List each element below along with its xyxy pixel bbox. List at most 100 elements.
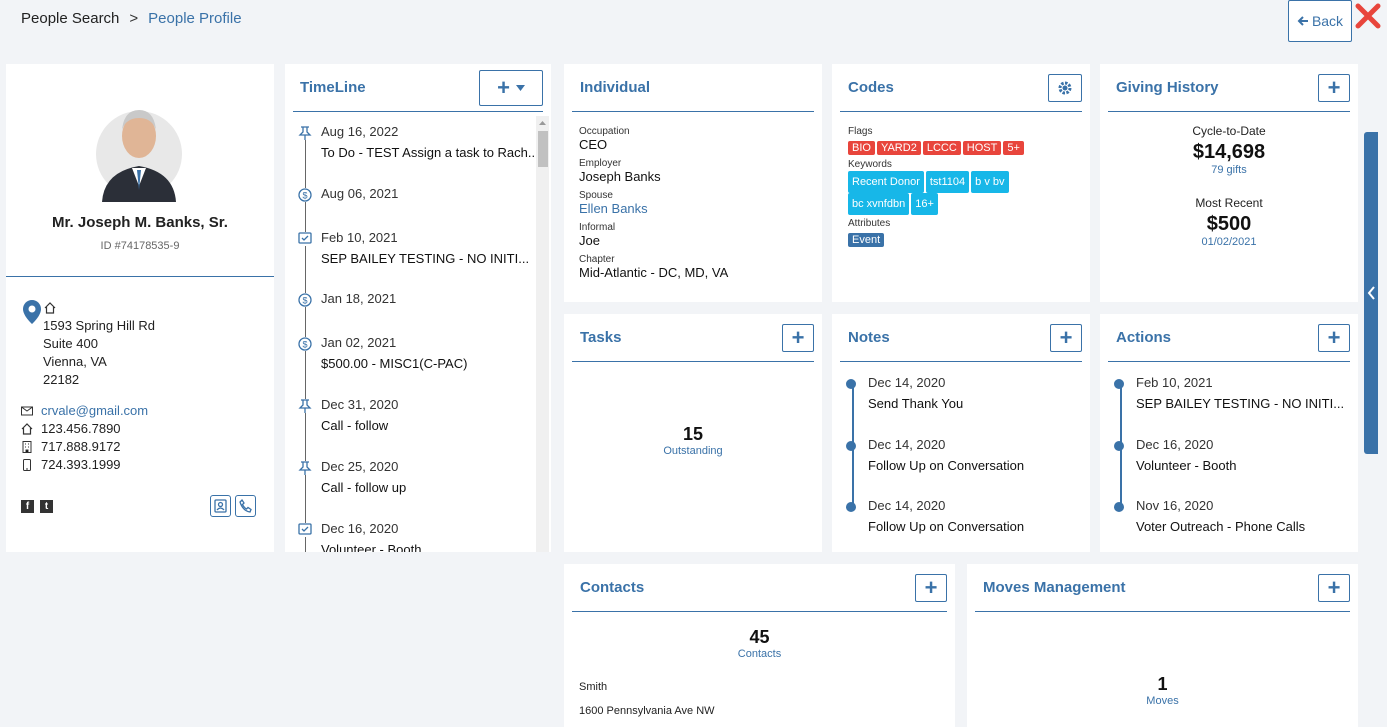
plus-icon: + [791,324,805,350]
spouse-link[interactable]: Ellen Banks [579,201,728,216]
keyword-tag[interactable]: tst1104 [925,171,970,193]
flag-tag[interactable]: BIO [848,141,875,155]
action-dot [1114,502,1124,512]
scrollbar-thumb[interactable] [538,131,548,167]
notes-add-button[interactable]: + [1050,323,1082,352]
occupation-value: CEO [579,137,608,152]
flag-tag[interactable]: HOST [962,141,1002,155]
address-line-4: 22182 [43,372,80,387]
home-phone-icon [21,423,33,435]
profile-id: ID #74178535-9 [100,240,180,252]
tasks-stat: 15 Outstanding [564,424,822,457]
close-icon[interactable] [1354,2,1382,30]
location-pin-icon [23,300,41,324]
flag-more-tag[interactable]: 5+ [1003,141,1024,155]
call-button[interactable] [235,495,256,517]
svg-text:$: $ [302,191,307,201]
breadcrumb-people-search[interactable]: People Search [21,10,119,27]
gifts-count-link[interactable]: 79 gifts [1100,164,1358,176]
most-recent-label: Most Recent [1195,196,1263,210]
keyword-tag[interactable]: b v bv [971,171,1009,193]
giving-add-button[interactable]: + [1318,73,1350,102]
timeline-date: Jan 18, 2021 [321,291,397,306]
actions-add-button[interactable]: + [1318,323,1350,352]
tasks-outstanding-link[interactable]: Outstanding [564,445,822,457]
contact-address: 1600 Pennsylvania Ave NW [579,705,715,717]
chapter-value: Mid-Atlantic - DC, MD, VA [579,265,729,280]
keyword-tag[interactable]: bc xvnfdbn [848,193,910,215]
timeline-add-dropdown-button[interactable]: + [479,69,543,106]
action-date: Dec 16, 2020 [1136,437,1214,452]
arrow-left-icon [1297,16,1308,26]
timeline-item[interactable]: $ Aug 06, 2021 [293,186,538,226]
timeline-text: To Do - TEST Assign a task to Rach... [321,145,539,160]
breadcrumb-separator: > [129,10,139,27]
moves-add-button[interactable]: + [1318,573,1350,602]
envelope-icon [21,406,33,416]
timeline-card: TimeLine + Aug 16, 2022 To Do - TEST Ass… [285,64,551,552]
employer-label: Employer [579,158,622,169]
timeline-item[interactable]: Dec 25, 2020 Call - follow up [293,459,538,499]
keyword-tag[interactable]: Recent Donor [848,171,924,193]
timeline-text: SEP BAILEY TESTING - NO INITI... [321,251,530,266]
keywords-list: Recent Donor tst1104 b v bv bc xvnfdbn 16+ [848,171,1082,215]
check-icon [298,232,312,246]
individual-card: Individual Occupation CEO Employer Josep… [564,64,822,302]
flag-tag[interactable]: LCCC [922,141,961,155]
actions-card: Actions + Feb 10, 2021 SEP BAILEY TESTIN… [1100,314,1358,552]
flag-tag[interactable]: YARD2 [876,141,921,155]
email-link[interactable]: crvale@gmail.com [41,402,148,420]
individual-fields: Occupation CEO Employer Joseph Banks Spo… [579,126,728,286]
moves-link[interactable]: Moves [967,695,1358,707]
timeline-item[interactable]: Feb 10, 2021 SEP BAILEY TESTING - NO INI… [293,230,538,270]
dollar-icon: $ [298,337,312,351]
note-item[interactable]: Dec 14, 2020 Follow Up on Conversation [846,437,1076,477]
timeline-item[interactable]: Aug 16, 2022 To Do - TEST Assign a task … [293,124,539,164]
timeline-text: $500.00 - MISC1(C-PAC) [321,356,468,371]
timeline-text: Call - follow up [321,480,407,495]
action-item[interactable]: Nov 16, 2020 Voter Outreach - Phone Call… [1114,498,1344,538]
keyword-more-tag[interactable]: 16+ [911,193,938,215]
contact-card-button[interactable] [210,495,231,517]
moves-stat: 1 Moves [967,674,1358,707]
tasks-count: 15 [682,424,704,444]
dollar-icon: $ [298,188,312,202]
moves-count: 1 [1157,674,1168,694]
dollar-icon: $ [298,293,312,307]
contacts-count: 45 [749,627,770,647]
attribute-tag[interactable]: Event [848,233,885,247]
keywords-label: Keywords [848,159,892,170]
contact-card-icon [213,499,227,513]
codes-settings-button[interactable] [1048,73,1082,102]
most-recent-date-link[interactable]: 01/02/2021 [1100,236,1358,248]
pin-icon [298,399,312,413]
twitter-icon[interactable]: t [40,500,53,513]
timeline-item[interactable]: $ Jan 02, 2021 $500.00 - MISC1(C-PAC) [293,335,538,375]
side-panel-toggle[interactable] [1364,132,1378,454]
contacts-add-button[interactable]: + [915,573,947,602]
timeline-item[interactable]: Dec 31, 2020 Call - follow [293,397,538,437]
action-item[interactable]: Feb 10, 2021 SEP BAILEY TESTING - NO INI… [1114,375,1344,415]
note-item[interactable]: Dec 14, 2020 Send Thank You [846,375,1076,415]
timeline-scrollbar[interactable] [536,116,549,552]
chevron-left-icon [1367,286,1375,300]
codes-title: Codes [848,79,894,96]
tasks-add-button[interactable]: + [782,323,814,352]
work-phone: 717.888.9172 [41,439,121,454]
contacts-link[interactable]: Contacts [564,648,955,660]
note-date: Dec 14, 2020 [868,437,946,452]
timeline-item[interactable]: Dec 16, 2020 Volunteer - Booth [293,521,538,552]
action-item[interactable]: Dec 16, 2020 Volunteer - Booth [1114,437,1344,477]
plus-icon: + [1327,74,1341,100]
home-icon [44,302,56,314]
back-button[interactable]: Back [1288,0,1352,42]
scroll-up-icon[interactable] [536,118,549,128]
note-item[interactable]: Dec 14, 2020 Follow Up on Conversation [846,498,1076,538]
occupation-label: Occupation [579,126,630,137]
flags-list: BIO YARD2 LCCC HOST 5+ [848,138,1082,156]
facebook-icon[interactable]: f [21,500,34,513]
action-date: Nov 16, 2020 [1136,498,1214,513]
codes-body: Flags BIO YARD2 LCCC HOST 5+ Keywords Recent… [848,126,1082,248]
timeline-item[interactable]: $ Jan 18, 2021 [293,291,538,331]
contacts-stat: 45 Contacts [564,627,955,660]
